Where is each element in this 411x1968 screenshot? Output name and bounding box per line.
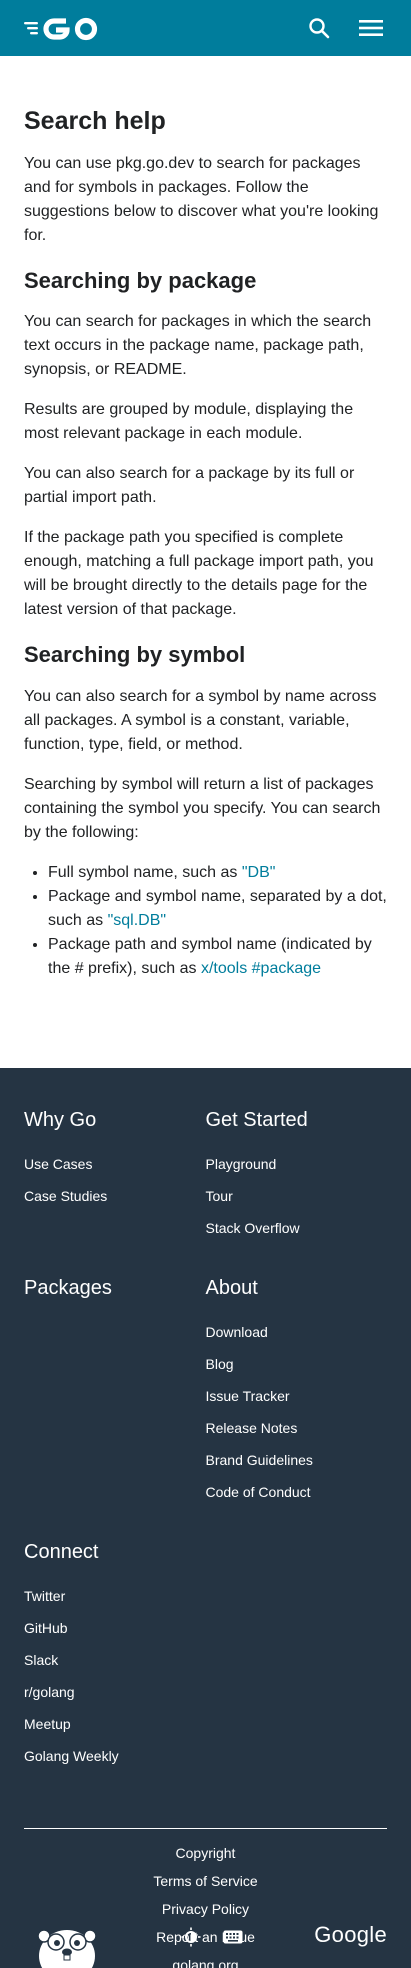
gopher-mascot-icon	[22, 1908, 112, 1968]
google-logo[interactable]: Google	[314, 1922, 387, 1948]
footer-link[interactable]: Slack	[24, 1652, 206, 1668]
footer-heading: Get Started	[205, 1109, 308, 1131]
section-heading-symbol: Searching by symbol	[24, 642, 246, 668]
footer-heading: Connect	[24, 1541, 99, 1563]
footer-link[interactable]: Meetup	[24, 1716, 206, 1732]
footer-link[interactable]: Case Studies	[24, 1188, 206, 1204]
footer-heading: About	[205, 1277, 258, 1299]
paragraph: Results are grouped by module, displayin…	[24, 401, 354, 443]
symbol-search-list: Full symbol name, such as "DB" Package a…	[48, 861, 387, 981]
section-heading-package: Searching by package	[24, 268, 257, 293]
footer-link[interactable]: Playground	[206, 1156, 388, 1172]
footer-link[interactable]: Release Notes	[206, 1420, 388, 1436]
footer-col-packages: Packages	[24, 1276, 206, 1516]
example-link[interactable]: "sql.DB"	[108, 912, 166, 929]
intro-paragraph: You can use pkg.go.dev to search for pac…	[24, 155, 379, 244]
footer-link[interactable]: Use Cases	[24, 1156, 206, 1172]
paragraph: You can search for packages in which the…	[24, 313, 372, 379]
paragraph: You can also search for a symbol by name…	[24, 687, 377, 753]
footer-link[interactable]: GitHub	[24, 1620, 206, 1636]
list-item: Full symbol name, such as "DB"	[48, 861, 387, 885]
keyboard-shortcuts-icon[interactable]	[222, 1926, 244, 1948]
theme-toggle-icon[interactable]	[180, 1926, 202, 1948]
paragraph: Searching by symbol will return a list o…	[24, 775, 381, 841]
list-item: Package and symbol name, separated by a …	[48, 885, 387, 933]
page-title: Search help	[24, 107, 166, 135]
list-item: Package path and symbol name (indicated …	[48, 933, 387, 981]
footer-col-connect: Connect Twitter GitHub Slack r/golang Me…	[24, 1540, 206, 1780]
example-link[interactable]: "DB"	[242, 864, 276, 881]
go-logo-icon	[24, 17, 98, 41]
footer-col-why-go: Why Go Use Cases Case Studies	[24, 1108, 206, 1252]
footer-heading: Packages	[24, 1277, 112, 1299]
footer-col-get-started: Get Started Playground Tour Stack Overfl…	[206, 1108, 388, 1252]
paragraph: You can also search for a package by its…	[24, 465, 355, 507]
footer-link[interactable]: Blog	[206, 1356, 388, 1372]
footer-link[interactable]: Golang Weekly	[24, 1748, 206, 1764]
footer-link-terms[interactable]: Terms of Service	[24, 1873, 387, 1889]
paragraph: If the package path you specified is com…	[24, 529, 374, 619]
footer-link[interactable]: Tour	[206, 1188, 388, 1204]
search-icon[interactable]	[303, 12, 335, 44]
main-content: Search help You can use pkg.go.dev to se…	[0, 56, 411, 1068]
site-header	[0, 0, 411, 56]
footer-link[interactable]: Code of Conduct	[206, 1484, 388, 1500]
footer-heading: Why Go	[24, 1109, 97, 1131]
footer-link[interactable]: Brand Guidelines	[206, 1452, 388, 1468]
footer-link[interactable]: Twitter	[24, 1588, 206, 1604]
site-footer: Why Go Use Cases Case Studies Get Starte…	[0, 1068, 411, 1968]
footer-link[interactable]: Download	[206, 1324, 388, 1340]
menu-icon[interactable]	[355, 12, 387, 44]
footer-link[interactable]: Issue Tracker	[206, 1388, 388, 1404]
footer-link[interactable]: r/golang	[24, 1684, 206, 1700]
footer-col-about: About Download Blog Issue Tracker Releas…	[206, 1276, 388, 1516]
footer-link[interactable]: Stack Overflow	[206, 1220, 388, 1236]
example-link[interactable]: x/tools #package	[201, 960, 321, 977]
footer-link-copyright[interactable]: Copyright	[24, 1845, 387, 1861]
go-logo[interactable]	[24, 13, 104, 43]
